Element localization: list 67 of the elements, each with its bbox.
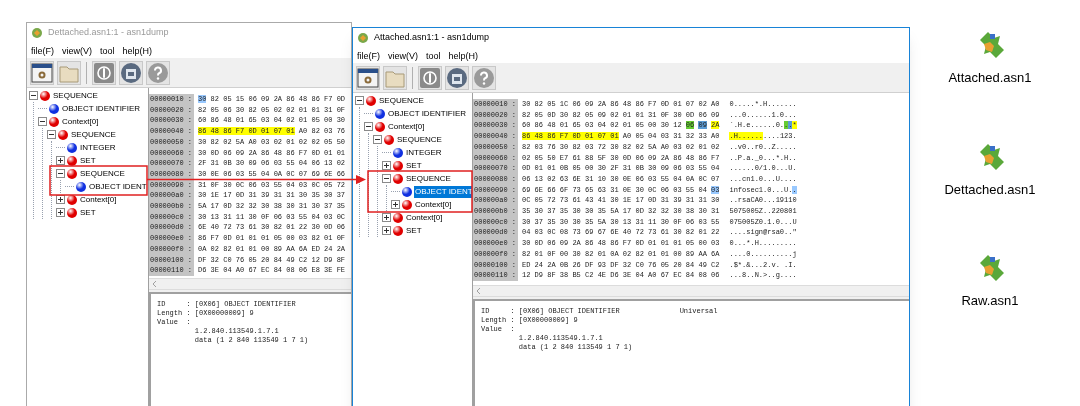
expand-icon[interactable] xyxy=(391,200,400,209)
tree-item[interactable]: OBJECT IDENTIFIER xyxy=(387,107,468,120)
menu-item[interactable]: tool xyxy=(100,44,115,57)
collapse-icon[interactable] xyxy=(29,91,38,100)
tree-item[interactable]: SEQUENCE xyxy=(70,128,117,141)
expand-icon[interactable] xyxy=(56,208,65,217)
expand-icon[interactable] xyxy=(382,226,391,235)
tree-item[interactable]: SEQUENCE xyxy=(52,89,99,102)
tree-item[interactable]: INTEGER xyxy=(79,141,117,154)
tree-item[interactable]: SEQUENCE xyxy=(405,172,452,185)
expand-icon[interactable] xyxy=(56,156,65,165)
help-icon xyxy=(147,61,169,84)
tree-item[interactable]: SEQUENCE xyxy=(396,133,443,146)
tree-item[interactable]: SET xyxy=(405,159,423,172)
desktop-shortcut[interactable]: Attached.asn1 xyxy=(948,30,1032,88)
collapse-icon[interactable] xyxy=(56,169,65,178)
help-icon xyxy=(473,66,495,89)
chevron-left-icon xyxy=(151,280,158,288)
tree-item[interactable]: SET xyxy=(405,224,423,237)
desktop-shortcut[interactable]: Dettached.asn1 xyxy=(944,141,1036,199)
window-title: Dettached.asn1:1 - asn1dump xyxy=(48,26,169,40)
power-icon xyxy=(419,66,441,89)
tree-item[interactable]: SEQUENCE xyxy=(79,167,126,180)
collapse-icon[interactable] xyxy=(373,135,382,144)
toolbar-button[interactable] xyxy=(356,65,380,90)
expand-icon[interactable] xyxy=(56,195,65,204)
tree-item[interactable]: Context[0] xyxy=(414,198,453,211)
expand-icon[interactable] xyxy=(382,213,391,222)
collapse-icon[interactable] xyxy=(47,130,56,139)
desktop-shortcut[interactable]: Raw.asn1 xyxy=(961,253,1019,311)
tree-item[interactable]: Context[0] xyxy=(405,211,444,224)
collapse-icon[interactable] xyxy=(364,122,373,131)
disk-icon xyxy=(446,66,468,89)
tree-item[interactable]: SEQUENCE xyxy=(378,94,425,107)
power-icon xyxy=(93,61,115,84)
collapse-icon[interactable] xyxy=(382,174,391,183)
collapse-icon[interactable] xyxy=(355,96,364,105)
tree-item[interactable]: SET xyxy=(79,206,97,219)
toolbar-button[interactable] xyxy=(92,60,116,85)
menu-item[interactable]: tool xyxy=(426,49,441,62)
menu-item[interactable]: help(H) xyxy=(122,44,153,57)
menu-item[interactable]: file(F) xyxy=(357,49,380,62)
window-icon xyxy=(31,61,53,84)
menu-item[interactable]: view(V) xyxy=(388,49,418,62)
menu-item[interactable]: help(H) xyxy=(448,49,479,62)
window-title: Attached.asn1:1 - asn1dump xyxy=(374,31,490,45)
scrollbar[interactable] xyxy=(149,278,351,290)
menu-item[interactable]: file(F) xyxy=(31,44,54,57)
tree-item[interactable]: Context[0] xyxy=(79,193,118,206)
tree-item[interactable]: SET xyxy=(79,154,97,167)
toolbar-button[interactable] xyxy=(445,65,469,90)
toolbar-button[interactable] xyxy=(30,60,54,85)
tree-item[interactable]: Context[0] xyxy=(387,120,426,133)
scrollbar[interactable] xyxy=(473,285,909,297)
toolbar-button[interactable] xyxy=(418,65,442,90)
tree-item[interactable]: INTEGER xyxy=(405,146,443,159)
collapse-icon[interactable] xyxy=(38,117,47,126)
window-icon xyxy=(357,66,379,89)
chevron-left-icon xyxy=(475,287,482,295)
expand-icon[interactable] xyxy=(382,161,391,170)
disk-icon xyxy=(120,61,142,84)
tree-item[interactable]: Context[0] xyxy=(61,115,100,128)
tree-item[interactable]: OBJECT IDENTIFIER xyxy=(61,102,142,115)
menu-item[interactable]: view(V) xyxy=(62,44,92,57)
app-icon xyxy=(357,32,369,44)
app-icon xyxy=(31,27,43,39)
toolbar-button[interactable] xyxy=(119,60,143,85)
